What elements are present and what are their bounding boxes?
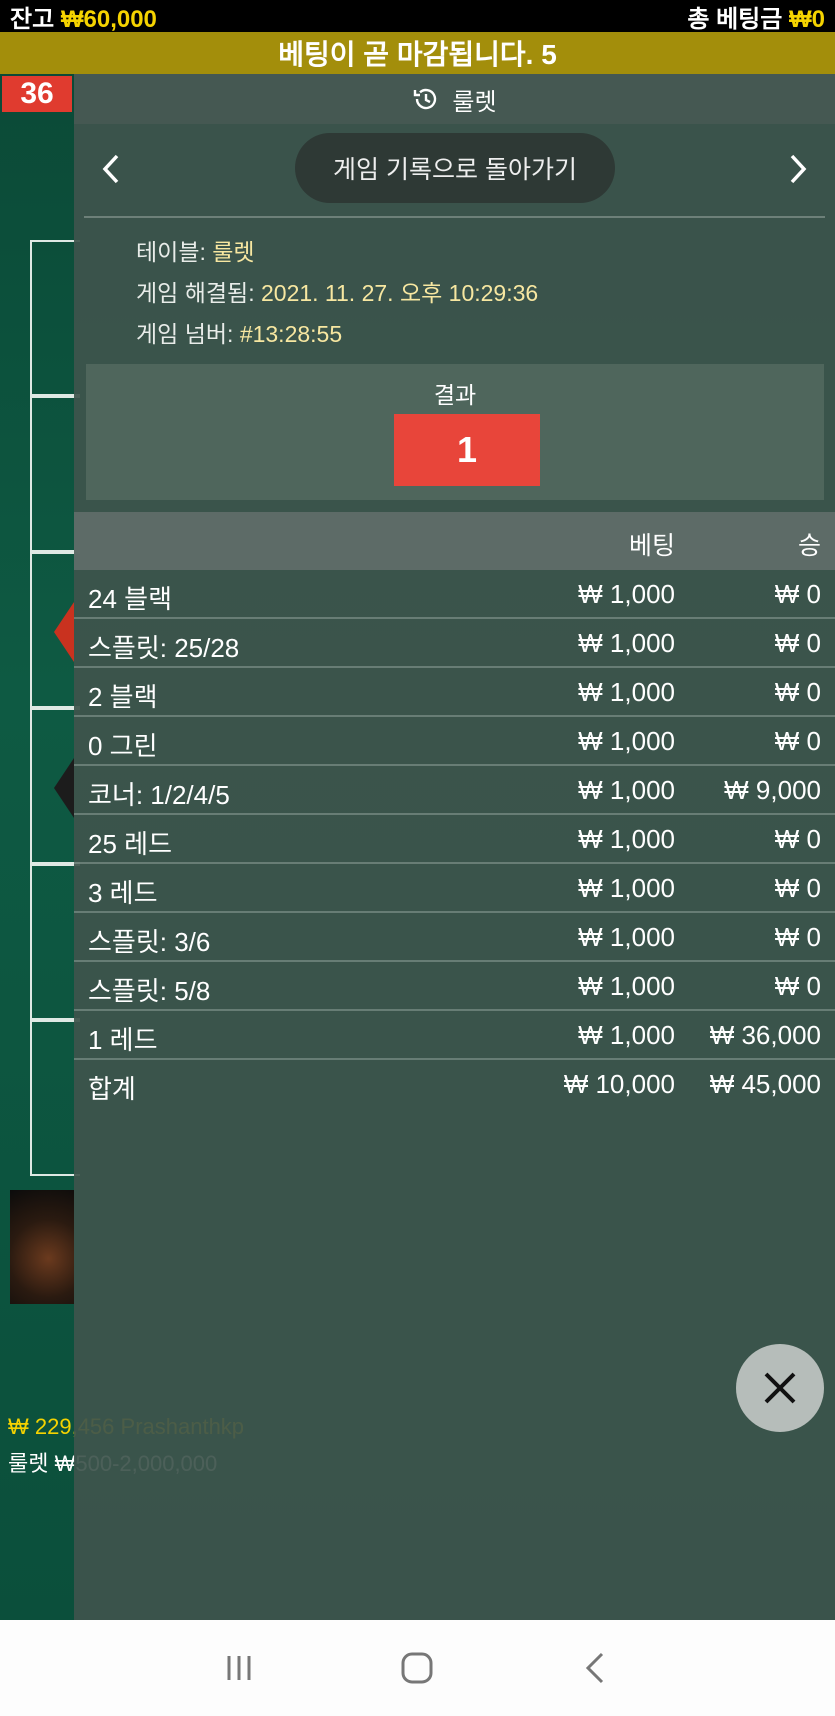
win-amount: ₩ 0 bbox=[774, 579, 821, 609]
bet-name: 25 레드 bbox=[88, 829, 172, 859]
bet-area-odd[interactable] bbox=[30, 864, 80, 1020]
info-label: 테이블: bbox=[136, 239, 206, 265]
bet-name: 코너: 1/2/4/5 bbox=[88, 780, 230, 810]
navigation-row: 게임 기록으로 돌아가기 bbox=[74, 124, 835, 220]
header-bet: 베팅 bbox=[628, 532, 675, 560]
table-row: 스플릿: 25/28 ₩ 1,000 ₩ 0 bbox=[74, 619, 835, 668]
close-icon bbox=[764, 1372, 796, 1404]
game-info: 테이블: 룰렛 게임 해결됨: 2021. 11. 27. 오후 10:29:3… bbox=[136, 232, 538, 355]
header-win: 승 bbox=[797, 532, 821, 560]
bet-amount: ₩ 1,000 bbox=[578, 628, 675, 658]
balance-label: 잔고 bbox=[10, 5, 55, 33]
total-bet: 총 베팅금 ₩0 bbox=[687, 0, 825, 34]
next-button[interactable] bbox=[773, 144, 823, 194]
info-value: #13:28:55 bbox=[239, 321, 343, 347]
bet-amount: ₩ 1,000 bbox=[578, 922, 675, 952]
total-bet: ₩ 10,000 bbox=[563, 1069, 675, 1099]
live-video-thumbnail[interactable] bbox=[10, 1190, 74, 1304]
bet-amount: ₩ 1,000 bbox=[578, 1020, 675, 1050]
win-amount: ₩ 36,000 bbox=[709, 1020, 821, 1050]
bet-amount: ₩ 1,000 bbox=[578, 824, 675, 854]
result-label: 결과 bbox=[433, 382, 477, 408]
bets-table: 베팅 승 24 블랙 ₩ 1,000 ₩ 0 스플릿: 25/28 ₩ 1,000 ₩ 0… bbox=[74, 512, 835, 1109]
bet-name: 3 레드 bbox=[88, 878, 158, 908]
win-amount: ₩ 9,000 bbox=[724, 775, 821, 805]
last-number-badge: 36 bbox=[2, 76, 72, 112]
bet-name: 스플릿: 25/28 bbox=[88, 633, 240, 663]
table-row: 2 블랙 ₩ 1,000 ₩ 0 bbox=[74, 668, 835, 717]
table-row: 25 레드 ₩ 1,000 ₩ 0 bbox=[74, 815, 835, 864]
total-bet-value: ₩0 bbox=[789, 5, 825, 33]
history-icon bbox=[414, 88, 437, 110]
balance-value: ₩60,000 bbox=[60, 5, 157, 33]
win-amount: ₩ 0 bbox=[774, 628, 821, 658]
total-bet-label: 총 베팅금 bbox=[687, 5, 783, 33]
bet-amount: ₩ 1,000 bbox=[578, 873, 675, 903]
bet-amount: ₩ 1,000 bbox=[578, 971, 675, 1001]
recent-apps-icon[interactable] bbox=[219, 1648, 259, 1688]
result-number: 1 bbox=[394, 414, 540, 486]
info-value: 2021. 11. 27. 오후 10:29:36 bbox=[260, 280, 539, 306]
bet-amount: ₩ 1,000 bbox=[578, 677, 675, 707]
table-row: 스플릿: 5/8 ₩ 1,000 ₩ 0 bbox=[74, 962, 835, 1011]
win-amount: ₩ 0 bbox=[774, 677, 821, 707]
info-table: 테이블: 룰렛 bbox=[136, 232, 538, 273]
table-row: 24 블랙 ₩ 1,000 ₩ 0 bbox=[74, 570, 835, 619]
bet-amount: ₩ 1,000 bbox=[578, 726, 675, 756]
info-game-number: 게임 넘버: #13:28:55 bbox=[136, 314, 538, 355]
result-box: 결과 1 bbox=[86, 364, 824, 500]
bet-area-red[interactable] bbox=[30, 552, 80, 708]
bet-name: 24 블랙 bbox=[88, 584, 172, 614]
bet-amount: ₩ 1,000 bbox=[578, 775, 675, 805]
table-row: 3 레드 ₩ 1,000 ₩ 0 bbox=[74, 864, 835, 913]
back-to-history-button[interactable]: 게임 기록으로 돌아가기 bbox=[295, 133, 615, 203]
closing-banner: 베팅이 곧 마감됩니다. 5 bbox=[0, 32, 835, 74]
bet-name: 1 레드 bbox=[88, 1025, 158, 1055]
win-amount: ₩ 0 bbox=[774, 873, 821, 903]
bet-area-19-36[interactable] bbox=[30, 1020, 80, 1176]
table-row: 0 그린 ₩ 1,000 ₩ 0 bbox=[74, 717, 835, 766]
table-row: 스플릿: 3/6 ₩ 1,000 ₩ 0 bbox=[74, 913, 835, 962]
bet-name: 스플릿: 5/8 bbox=[88, 976, 211, 1006]
bet-name: 0 그린 bbox=[88, 731, 158, 761]
table-row: 1 레드 ₩ 1,000 ₩ 36,000 bbox=[74, 1011, 835, 1060]
divider bbox=[84, 216, 825, 218]
bet-amount: ₩ 1,000 bbox=[578, 579, 675, 609]
chevron-right-icon bbox=[790, 154, 807, 184]
status-bar: 잔고 ₩60,000 총 베팅금 ₩0 bbox=[0, 0, 835, 34]
win-amount: ₩ 0 bbox=[774, 824, 821, 854]
black-diamond-icon bbox=[54, 758, 74, 818]
bet-name: 2 블랙 bbox=[88, 682, 158, 712]
table-header: 베팅 승 bbox=[74, 512, 835, 570]
info-label: 게임 넘버: bbox=[136, 321, 234, 347]
close-button[interactable] bbox=[736, 1344, 824, 1432]
system-nav-bar bbox=[0, 1620, 835, 1716]
prev-button[interactable] bbox=[86, 144, 136, 194]
bet-area-1-18[interactable] bbox=[30, 240, 80, 396]
table-row: 코너: 1/2/4/5 ₩ 1,000 ₩ 9,000 bbox=[74, 766, 835, 815]
panel-header: 룰렛 bbox=[74, 74, 835, 124]
info-label: 게임 해결됨: bbox=[136, 280, 255, 306]
win-amount: ₩ 0 bbox=[774, 922, 821, 952]
panel-title: 룰렛 bbox=[452, 88, 497, 116]
bet-name: 스플릿: 3/6 bbox=[88, 927, 211, 957]
win-amount: ₩ 0 bbox=[774, 726, 821, 756]
game-history-panel: 룰렛 게임 기록으로 돌아가기 테이블: 룰렛 게임 해결됨: 2021. 11… bbox=[74, 74, 835, 1620]
home-icon[interactable] bbox=[397, 1648, 437, 1688]
bet-area-black[interactable] bbox=[30, 708, 80, 864]
red-diamond-icon bbox=[54, 602, 74, 662]
info-resolved: 게임 해결됨: 2021. 11. 27. 오후 10:29:36 bbox=[136, 273, 538, 314]
win-amount: ₩ 0 bbox=[774, 971, 821, 1001]
total-label: 합계 bbox=[88, 1074, 136, 1104]
total-win: ₩ 45,000 bbox=[709, 1069, 821, 1099]
back-icon[interactable] bbox=[576, 1648, 616, 1688]
balance: 잔고 ₩60,000 bbox=[10, 0, 157, 34]
info-value: 룰렛 bbox=[212, 239, 255, 265]
total-row: 합계 ₩ 10,000 ₩ 45,000 bbox=[74, 1060, 835, 1109]
chevron-left-icon bbox=[102, 154, 119, 184]
bet-area-even[interactable] bbox=[30, 396, 80, 552]
